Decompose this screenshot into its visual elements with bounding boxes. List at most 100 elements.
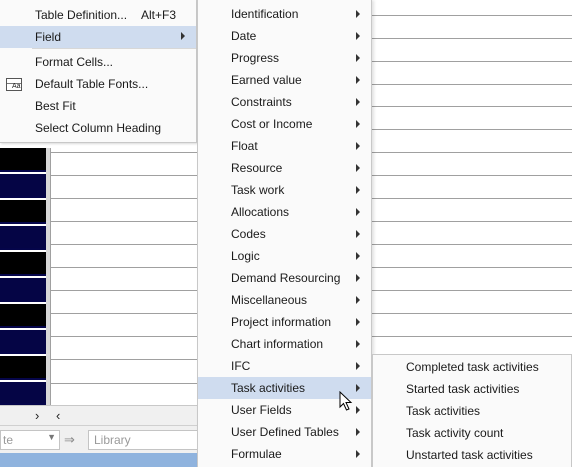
submenu-arrow-icon: [356, 32, 360, 40]
menu-item-label: Codes: [231, 227, 266, 241]
menu-item-label: Float: [231, 139, 258, 153]
menu-item-format-cells[interactable]: Format Cells...: [0, 51, 196, 73]
submenu-arrow-icon: [356, 142, 360, 150]
menu-item-shortcut: Alt+F3: [141, 8, 177, 22]
filter-combo-value: te: [3, 433, 14, 447]
menu-item-label: Date: [231, 29, 257, 43]
submenu-item-earned-value[interactable]: Earned value: [198, 69, 371, 91]
bottom-toolbar: te ▼ ⇒ Library: [0, 425, 200, 453]
submenu-item-allocations[interactable]: Allocations: [198, 201, 371, 223]
submenu-arrow-icon: [356, 98, 360, 106]
menu-item-label: Completed task activities: [406, 360, 539, 374]
task-bar-cell[interactable]: [0, 382, 46, 405]
submenu-arrow-icon: [181, 32, 185, 40]
task-bar-cell[interactable]: [0, 252, 46, 276]
menu-item-default-table-fonts[interactable]: Default Table Fonts...: [0, 73, 196, 95]
menu-item-label: Constraints: [231, 95, 292, 109]
submenu-arrow-icon: [356, 318, 360, 326]
menu-item-label: Task work: [231, 183, 285, 197]
menu-item-label: Task activity count: [406, 426, 504, 440]
library-input[interactable]: Library: [88, 430, 200, 450]
submenu-arrow-icon: [356, 120, 360, 128]
menu-item-select-column-heading[interactable]: Select Column Heading: [0, 117, 196, 139]
submenu-item-codes[interactable]: Codes: [198, 223, 371, 245]
task-bar-cell[interactable]: [0, 200, 46, 224]
menu-item-label: Default Table Fonts...: [35, 77, 149, 91]
submenu-item-completed-task-activities[interactable]: Completed task activities: [373, 356, 571, 378]
submenu-item-cost-or-income[interactable]: Cost or Income: [198, 113, 371, 135]
submenu-arrow-icon: [356, 406, 360, 414]
task-bar-cell[interactable]: [0, 148, 46, 172]
menu-item-label: Unstarted task activities: [406, 448, 533, 462]
submenu-arrow-icon: [356, 186, 360, 194]
submenu-item-progress[interactable]: Progress: [198, 47, 371, 69]
menu-item-label: Task activities: [406, 404, 481, 418]
chevron-down-icon[interactable]: ▼: [47, 432, 56, 442]
submenu-item-formulae[interactable]: Formulae: [198, 443, 371, 465]
mouse-pointer-icon: [339, 391, 353, 411]
scroll-left-arrow-icon[interactable]: ‹: [56, 408, 60, 423]
task-bar-cell[interactable]: [0, 278, 46, 302]
menu-separator: [32, 48, 196, 49]
submenu-item-float[interactable]: Float: [198, 135, 371, 157]
submenu-item-task-activities-field[interactable]: Task activities: [373, 400, 571, 422]
submenu-item-logic[interactable]: Logic: [198, 245, 371, 267]
submenu-arrow-icon: [356, 252, 360, 260]
submenu-item-constraints[interactable]: Constraints: [198, 91, 371, 113]
submenu-item-user-defined-tables[interactable]: User Defined Tables: [198, 421, 371, 443]
menu-item-best-fit[interactable]: Best Fit: [0, 95, 196, 117]
submenu-item-task-work[interactable]: Task work: [198, 179, 371, 201]
menu-item-table-definition[interactable]: Table Definition... Alt+F3: [0, 4, 196, 26]
submenu-item-date[interactable]: Date: [198, 25, 371, 47]
horizontal-scroll-row: › ‹: [0, 405, 200, 425]
menu-item-label: IFC: [231, 359, 251, 373]
menu-item-label: Resource: [231, 161, 283, 175]
menu-item-label: Project information: [231, 315, 332, 329]
menu-item-label: Format Cells...: [35, 55, 114, 69]
menu-item-label: Progress: [231, 51, 280, 65]
submenu-arrow-icon: [356, 164, 360, 172]
menu-item-label: Formulae: [231, 447, 282, 461]
task-bar-cell[interactable]: [0, 226, 46, 250]
menu-item-label: Allocations: [231, 205, 290, 219]
task-bar-cell[interactable]: [0, 174, 46, 198]
submenu-item-task-activity-count[interactable]: Task activity count: [373, 422, 571, 444]
filter-combo[interactable]: te ▼: [0, 430, 60, 450]
menu-item-label: Chart information: [231, 337, 324, 351]
submenu-arrow-icon: [356, 208, 360, 216]
menu-item-label: Identification: [231, 7, 299, 21]
grid-column-divider: [50, 148, 51, 406]
submenu-item-resource[interactable]: Resource: [198, 157, 371, 179]
submenu-item-unstarted-task-activities[interactable]: Unstarted task activities: [373, 444, 571, 466]
task-activities-submenu: Completed task activities Started task a…: [372, 354, 572, 467]
menu-item-label: Select Column Heading: [35, 121, 162, 135]
menu-item-label: Best Fit: [35, 99, 76, 113]
menu-item-label: Task activities: [231, 381, 306, 395]
submenu-item-chart-information[interactable]: Chart information: [198, 333, 371, 355]
submenu-arrow-icon: [356, 76, 360, 84]
menu-item-label: Started task activities: [406, 382, 520, 396]
menu-item-label: Miscellaneous: [231, 293, 308, 307]
submenu-arrow-icon: [356, 428, 360, 436]
column-splitter[interactable]: [46, 148, 50, 406]
menu-item-label: Field: [35, 30, 62, 44]
menu-item-label: Table Definition...: [35, 8, 128, 22]
submenu-item-identification[interactable]: Identification: [198, 3, 371, 25]
task-bar-cell[interactable]: [0, 304, 46, 328]
menu-item-label: Earned value: [231, 73, 302, 87]
task-bar-cell[interactable]: [0, 330, 46, 354]
submenu-item-ifc[interactable]: IFC: [198, 355, 371, 377]
menu-item-field[interactable]: Field: [0, 26, 196, 48]
submenu-item-project-information[interactable]: Project information: [198, 311, 371, 333]
submenu-item-demand-resourcing[interactable]: Demand Resourcing: [198, 267, 371, 289]
menu-item-label: Cost or Income: [231, 117, 313, 131]
submenu-arrow-icon: [356, 10, 360, 18]
arrow-right-icon[interactable]: ⇒: [64, 432, 75, 448]
menu-item-label: User Defined Tables: [231, 425, 339, 439]
task-bar-cell[interactable]: [0, 356, 46, 380]
scroll-right-arrow-icon[interactable]: ›: [35, 408, 39, 423]
submenu-item-miscellaneous[interactable]: Miscellaneous: [198, 289, 371, 311]
submenu-arrow-icon: [356, 384, 360, 392]
submenu-item-started-task-activities[interactable]: Started task activities: [373, 378, 571, 400]
submenu-arrow-icon: [356, 296, 360, 304]
